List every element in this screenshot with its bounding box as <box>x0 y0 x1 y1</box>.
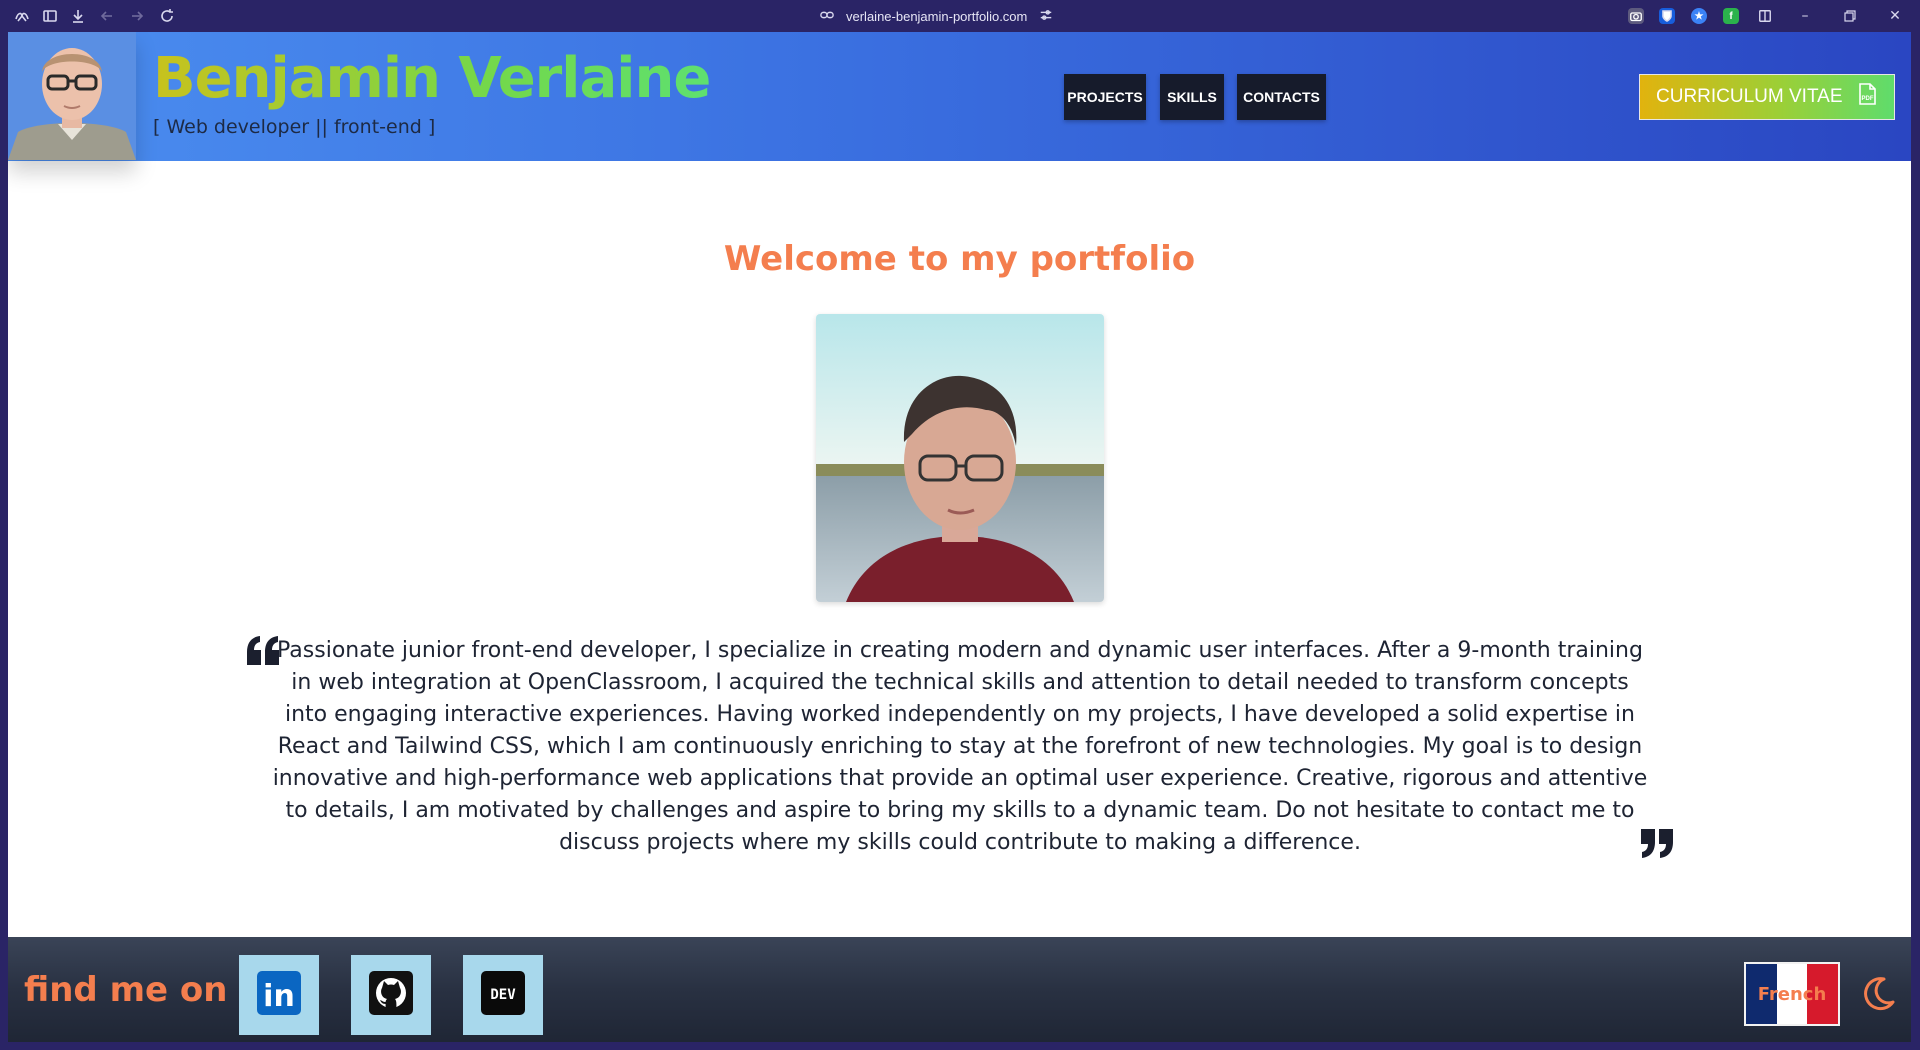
bio-paragraph: Passionate junior front-end developer, I… <box>272 638 1648 855</box>
moon-icon[interactable] <box>1858 974 1898 1014</box>
linkedin-icon: in <box>257 971 301 1019</box>
forward-icon[interactable] <box>127 6 147 26</box>
star-icon[interactable]: ★ <box>1691 8 1707 24</box>
find-me-label: find me on : <box>24 970 253 1010</box>
linkedin-link[interactable]: in <box>239 955 319 1035</box>
nav-projects-button[interactable]: PROJECTS <box>1064 74 1146 120</box>
link-icon <box>820 8 834 25</box>
reload-icon[interactable] <box>157 6 177 26</box>
restore-icon[interactable] <box>1840 6 1860 26</box>
devto-link[interactable]: DEV <box>463 955 543 1035</box>
site-name: Benjamin Verlaine <box>153 46 711 111</box>
pdf-icon-text: PDF <box>1861 96 1873 102</box>
curriculum-vitae-button[interactable]: CURRICULUM VITAE PDF <box>1639 74 1895 120</box>
back-icon[interactable] <box>97 6 117 26</box>
devto-icon-text: DEV <box>490 987 516 1003</box>
language-toggle-button[interactable]: French <box>1744 962 1840 1026</box>
quote-close-icon <box>1640 828 1674 858</box>
bitwarden-icon[interactable] <box>1659 8 1675 24</box>
download-icon[interactable] <box>68 6 88 26</box>
close-icon[interactable]: ✕ <box>1885 6 1905 26</box>
linkedin-icon-text: in <box>263 979 295 1014</box>
url-text: verlaine-benjamin-portfolio.com <box>846 8 1028 24</box>
page-viewport: Benjamin Verlaine [ Web developer || fro… <box>8 32 1911 1042</box>
minimize-icon[interactable]: – <box>1795 6 1815 26</box>
site-footer: find me on : in DEV French <box>8 937 1911 1042</box>
extensions-icon[interactable] <box>12 6 32 26</box>
sidebar-icon[interactable] <box>40 6 60 26</box>
profile-photo <box>816 314 1104 602</box>
feedly-icon[interactable]: f <box>1723 8 1739 24</box>
github-icon <box>369 971 413 1019</box>
language-label: French <box>1757 983 1827 1005</box>
browser-toolbar: verlaine-benjamin-portfolio.com ★ f – ✕ <box>0 0 1920 32</box>
split-view-icon[interactable] <box>1755 6 1775 26</box>
nav-skills-button[interactable]: SKILLS <box>1160 74 1224 120</box>
devto-icon: DEV <box>481 971 525 1019</box>
address-bar[interactable]: verlaine-benjamin-portfolio.com <box>820 7 1053 25</box>
nav-contacts-button[interactable]: CONTACTS <box>1237 74 1326 120</box>
site-settings-icon[interactable] <box>1039 8 1053 25</box>
pdf-icon: PDF <box>1857 83 1877 111</box>
site-header: Benjamin Verlaine [ Web developer || fro… <box>8 32 1911 161</box>
camera-icon[interactable] <box>1628 8 1644 24</box>
site-role: [ Web developer || front-end ] <box>153 116 436 138</box>
cv-label: CURRICULUM VITAE <box>1656 86 1843 107</box>
github-link[interactable] <box>351 955 431 1035</box>
welcome-heading: Welcome to my portfolio <box>723 239 1196 279</box>
avatar <box>8 32 136 160</box>
